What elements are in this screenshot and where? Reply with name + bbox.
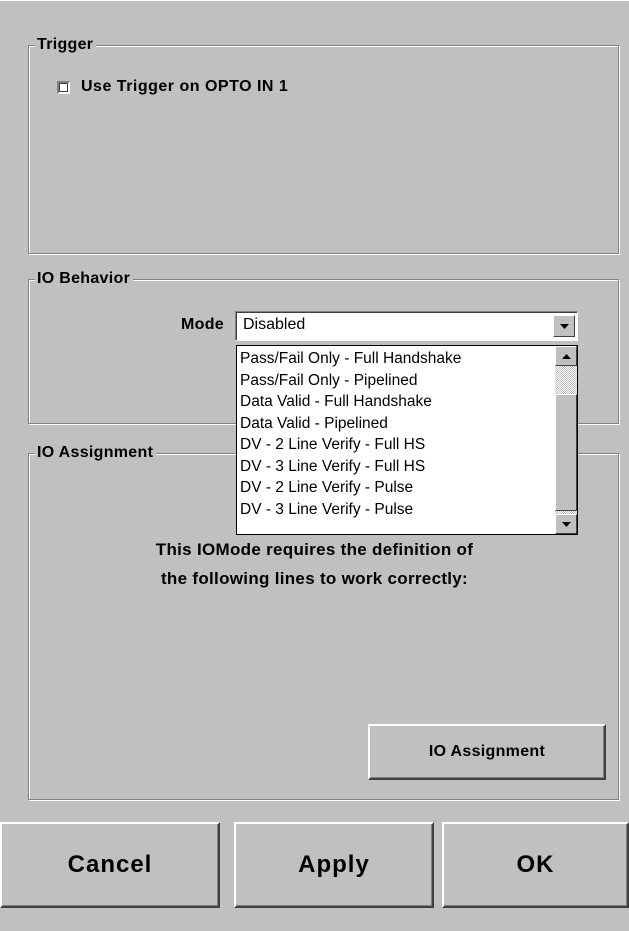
mode-option[interactable]: Data Valid - Full Handshake <box>240 391 461 413</box>
trigger-group-title: Trigger <box>35 35 97 55</box>
arrow-down-icon <box>561 521 571 527</box>
mode-select[interactable]: Disabled <box>235 311 578 341</box>
use-trigger-label[interactable]: Use Trigger on OPTO IN 1 <box>81 78 288 96</box>
mode-dropdown-list[interactable]: Pass/Fail Only - Full Handshake Pass/Fai… <box>236 345 578 535</box>
mode-label: Mode <box>181 316 224 333</box>
scrollbar-thumb[interactable] <box>555 394 577 511</box>
mode-select-value: Disabled <box>243 316 306 333</box>
mode-dropdown-button[interactable] <box>553 315 575 337</box>
io-assignment-group-title: IO Assignment <box>35 443 157 463</box>
trigger-group: Trigger <box>28 35 619 254</box>
ok-button-label: OK <box>516 851 555 878</box>
mode-option[interactable]: Pass/Fail Only - Pipelined <box>240 370 461 392</box>
mode-option[interactable]: DV - 3 Line Verify - Pulse <box>240 499 461 521</box>
use-trigger-checkbox-row[interactable]: Use Trigger on OPTO IN 1 <box>57 78 288 96</box>
mode-options: Pass/Fail Only - Full Handshake Pass/Fai… <box>240 348 461 520</box>
cancel-button[interactable]: Cancel <box>0 822 220 908</box>
io-assignment-button-label: IO Assignment <box>428 743 546 760</box>
mode-option[interactable]: DV - 2 Line Verify - Pulse <box>240 477 461 499</box>
io-mode-message-line2: the following lines to work correctly: <box>160 569 469 588</box>
arrow-up-icon <box>561 353 571 359</box>
dropdown-scrollbar[interactable] <box>555 346 577 534</box>
use-trigger-checkbox[interactable] <box>57 80 70 94</box>
mode-option[interactable]: Pass/Fail Only - Full Handshake <box>240 348 461 370</box>
io-mode-message-line1: This IOMode requires the definition of <box>155 540 474 559</box>
scroll-up-button[interactable] <box>555 346 577 366</box>
window-top-edge <box>0 0 629 1</box>
ok-button[interactable]: OK <box>442 822 629 908</box>
chevron-down-icon <box>559 323 569 329</box>
apply-button-label: Apply <box>298 851 370 878</box>
mode-option[interactable]: DV - 3 Line Verify - Full HS <box>240 456 461 478</box>
cancel-button-label: Cancel <box>67 851 153 878</box>
scroll-down-button[interactable] <box>555 514 577 534</box>
apply-button[interactable]: Apply <box>234 822 434 908</box>
mode-option[interactable]: Data Valid - Pipelined <box>240 413 461 435</box>
mode-option[interactable]: DV - 2 Line Verify - Full HS <box>240 434 461 456</box>
io-behavior-group-title: IO Behavior <box>35 269 134 289</box>
io-assignment-button[interactable]: IO Assignment <box>368 724 606 780</box>
